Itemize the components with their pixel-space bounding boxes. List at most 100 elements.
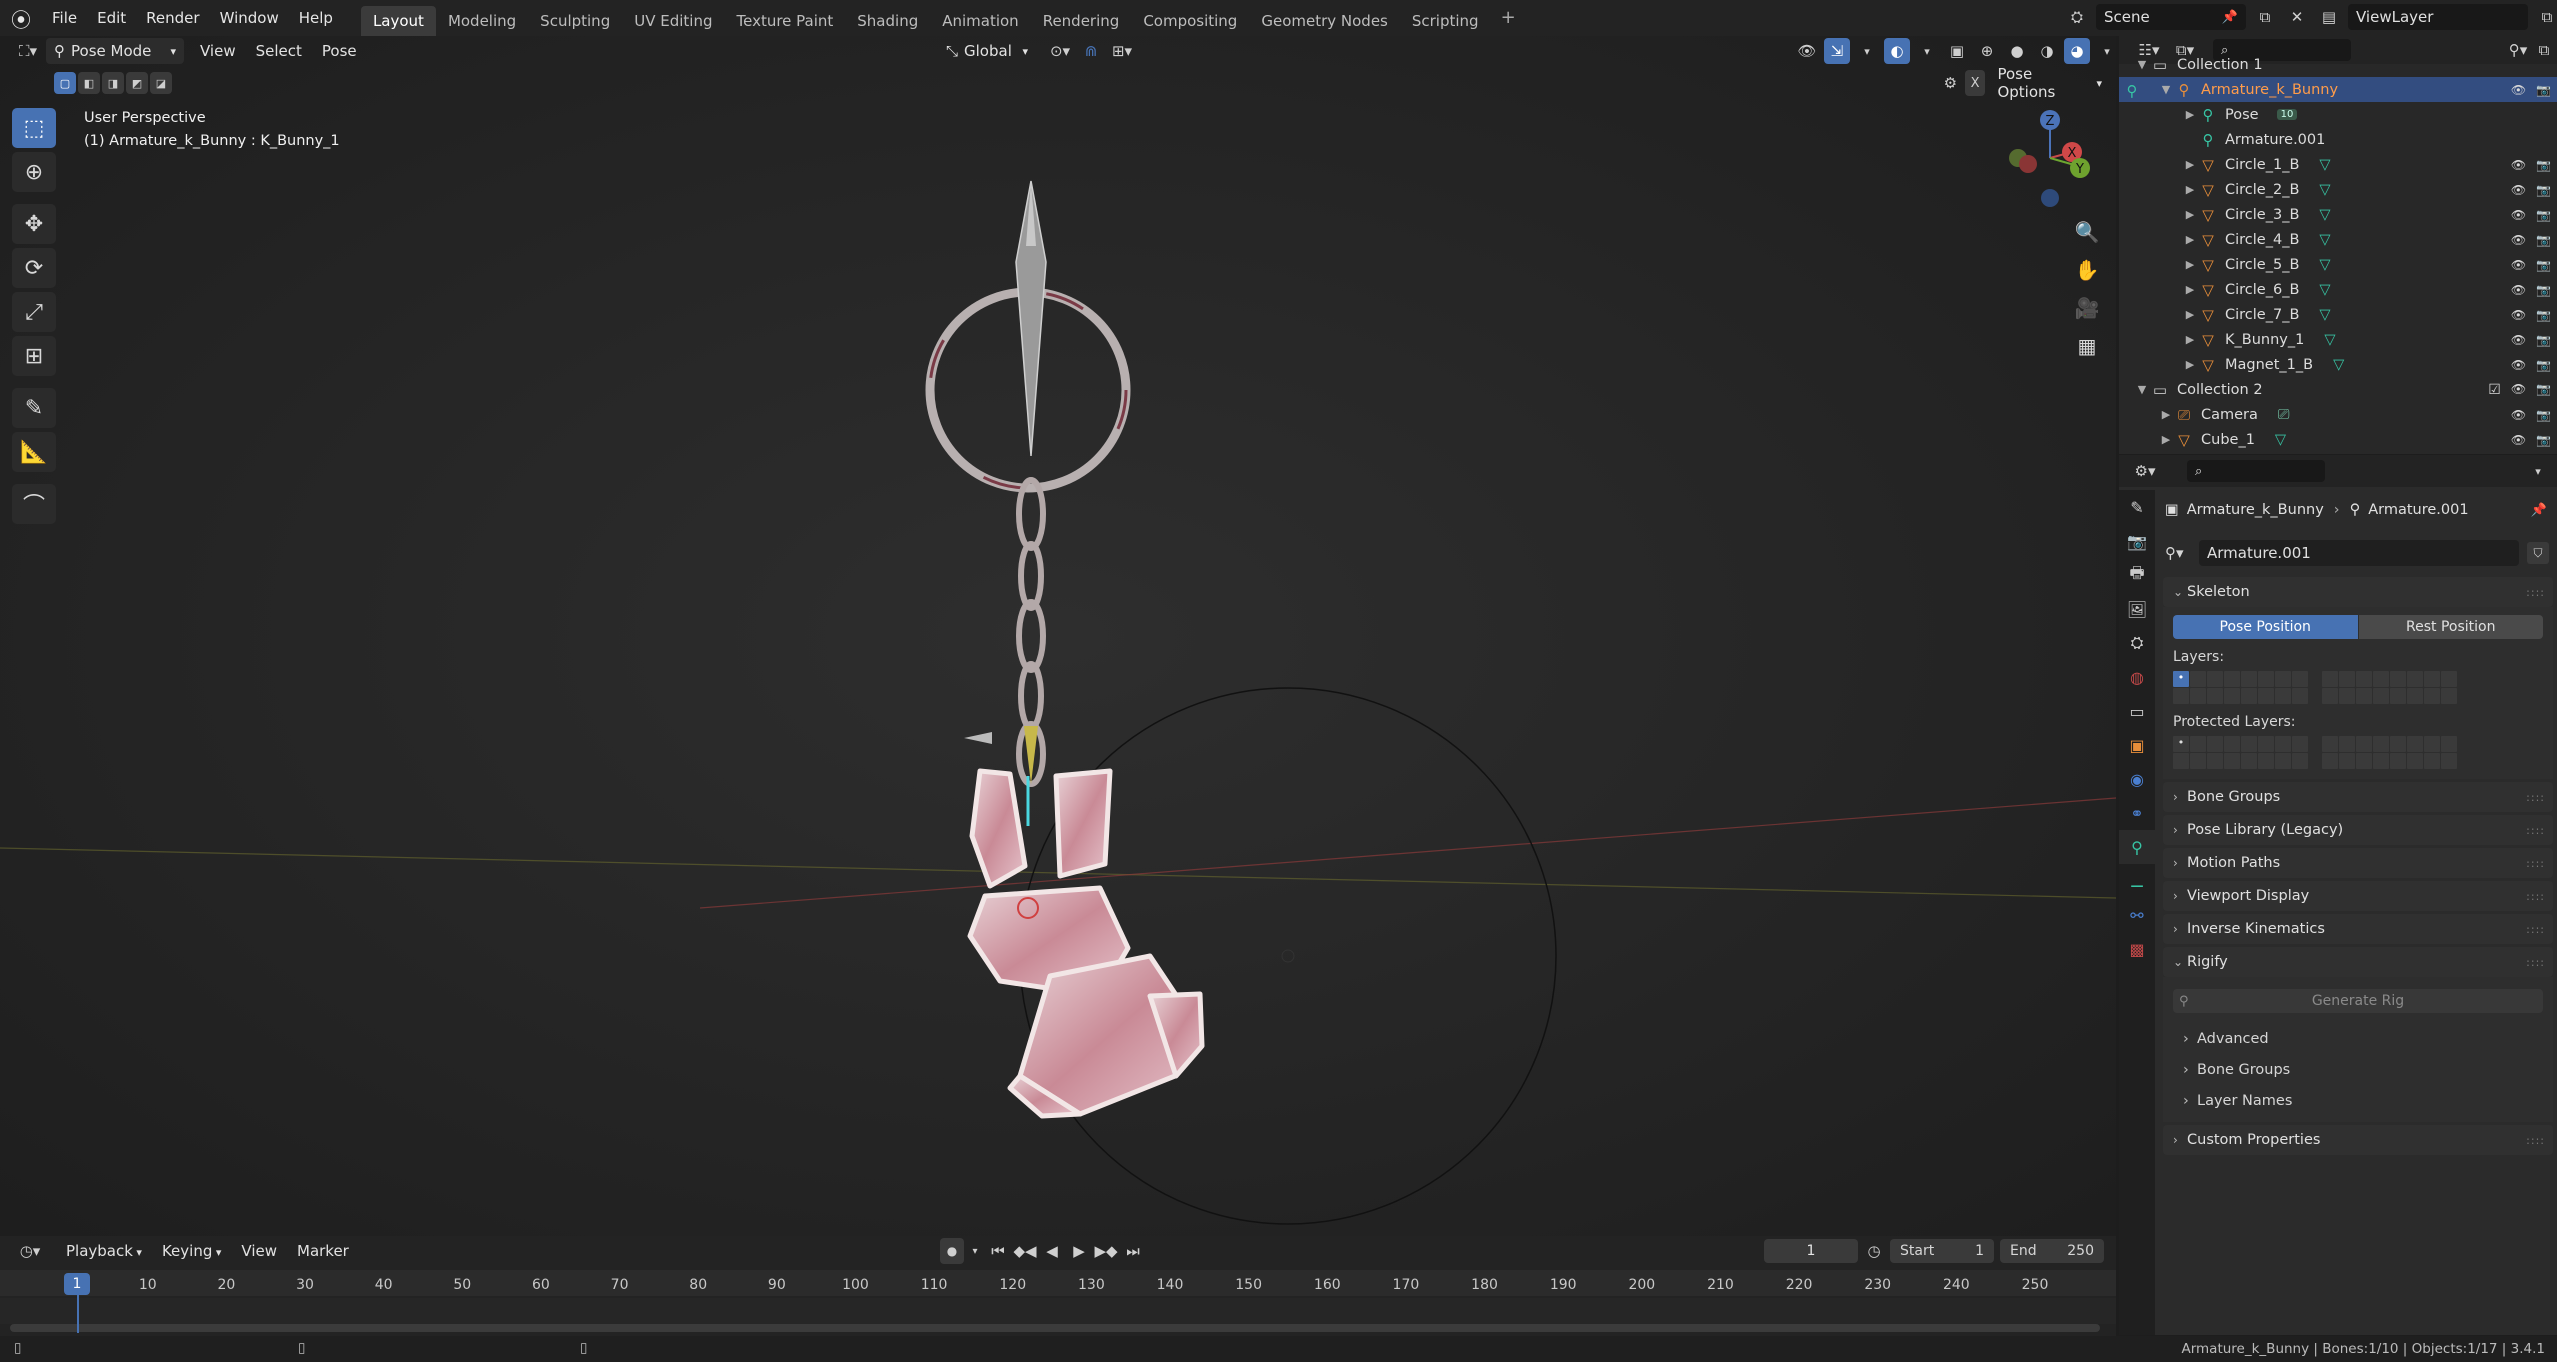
layer-toggle[interactable] xyxy=(2190,753,2206,769)
menu-file[interactable]: File xyxy=(42,0,87,36)
outliner-row[interactable]: ▼ ⚲ Armature_k_Bunny 👁 📷 xyxy=(2119,77,2557,102)
outliner-row[interactable]: ▶ ▽ Circle_7_B ▽ 👁 📷 xyxy=(2119,302,2557,327)
render-camera-icon[interactable]: 📷 xyxy=(2536,433,2551,447)
xray-icon[interactable]: ▣ xyxy=(1944,38,1970,64)
render-camera-icon[interactable]: 📷 xyxy=(2536,308,2551,322)
object-tab-icon[interactable]: ▣ xyxy=(2119,728,2155,762)
layer-toggle[interactable] xyxy=(2275,688,2291,704)
annotate-tool-icon[interactable]: ✎ xyxy=(12,388,56,428)
properties-search-input[interactable]: ⌕ xyxy=(2187,460,2325,482)
solid-shading-icon[interactable]: ● xyxy=(2004,38,2030,64)
render-camera-icon[interactable]: 📷 xyxy=(2536,233,2551,247)
render-camera-icon[interactable]: 📷 xyxy=(2536,158,2551,172)
move-tool-icon[interactable]: ✥ xyxy=(12,204,56,244)
select-extend-icon[interactable]: ◧ xyxy=(78,72,100,94)
shading-dropdown-icon[interactable]: ▾ xyxy=(2094,38,2120,64)
viewport-menu-select[interactable]: Select xyxy=(246,42,312,60)
outliner-row[interactable]: ▶ ▽ Circle_6_B ▽ 👁 📷 xyxy=(2119,277,2557,302)
layer-toggle[interactable] xyxy=(2441,753,2457,769)
render-camera-icon[interactable]: 📷 xyxy=(2536,183,2551,197)
world-tab-icon[interactable]: ◍ xyxy=(2119,660,2155,694)
armature-name-field[interactable]: Armature.001 xyxy=(2199,540,2519,566)
tab-texture-paint[interactable]: Texture Paint xyxy=(724,6,845,36)
layer-toggle[interactable] xyxy=(2407,736,2423,752)
rotate-tool-icon[interactable]: ⟳ xyxy=(12,248,56,288)
keyframe-area[interactable] xyxy=(0,1298,2116,1324)
transform-options-icon[interactable]: ⚙ xyxy=(1940,70,1961,96)
layer-toggle[interactable] xyxy=(2190,736,2206,752)
layer-toggle[interactable] xyxy=(2207,671,2223,687)
layer-toggle[interactable] xyxy=(2339,736,2355,752)
properties-editor-type-icon[interactable]: ⚙▾ xyxy=(2127,458,2163,484)
select-box-tool-icon[interactable]: ⬚ xyxy=(12,108,56,148)
layer-toggle[interactable] xyxy=(2356,753,2372,769)
panel-header-bone-groups[interactable]: › Bone Groups:::: xyxy=(2163,782,2553,812)
snap-icon[interactable]: ⋒ xyxy=(1078,38,1104,64)
layer-toggle[interactable] xyxy=(2390,688,2406,704)
layer-toggle[interactable] xyxy=(2322,688,2338,704)
layer-toggle[interactable] xyxy=(2390,753,2406,769)
menu-edit[interactable]: Edit xyxy=(87,0,136,36)
outliner-row[interactable]: ⚲ Armature.001 xyxy=(2119,127,2557,152)
layer-toggle[interactable] xyxy=(2224,688,2240,704)
3d-viewport[interactable] xyxy=(0,36,2116,1236)
output-tab-icon[interactable]: 🖶 xyxy=(2119,558,2155,592)
timeline-menu-keying[interactable]: Keying ▾ xyxy=(152,1242,231,1260)
render-camera-icon[interactable]: 📷 xyxy=(2536,333,2551,347)
timeline-menu-playback[interactable]: Playback ▾ xyxy=(56,1242,152,1260)
expand-arrow-icon[interactable]: ▶ xyxy=(2159,408,2173,421)
drag-grip-icon[interactable]: :::: xyxy=(2526,1134,2545,1147)
tab-shading[interactable]: Shading xyxy=(845,6,930,36)
outliner-row[interactable]: ▼ ▭ Collection 1 xyxy=(2119,52,2557,77)
jump-to-end-icon[interactable]: ⏭ xyxy=(1121,1238,1145,1264)
camera-view-icon[interactable]: 🎥 xyxy=(2070,291,2104,325)
select-subtract-icon[interactable]: ◨ xyxy=(102,72,124,94)
layer-toggle[interactable] xyxy=(2441,736,2457,752)
play-icon[interactable]: ▶ xyxy=(1067,1238,1091,1264)
pin-icon[interactable]: 📌 xyxy=(2222,10,2238,25)
layer-toggle[interactable] xyxy=(2173,688,2189,704)
menu-window[interactable]: Window xyxy=(210,0,289,36)
outliner-row[interactable]: ▼ ▭ Collection 2 ☑ 👁 📷 xyxy=(2119,377,2557,402)
scale-tool-icon[interactable]: ⤢ xyxy=(12,292,56,332)
generate-rig-button[interactable]: ⚲ Generate Rig xyxy=(2173,989,2543,1013)
layer-toggle[interactable] xyxy=(2207,753,2223,769)
layer-toggle[interactable] xyxy=(2322,671,2338,687)
layer-toggle[interactable] xyxy=(2356,688,2372,704)
expand-arrow-icon[interactable]: ▶ xyxy=(2159,433,2173,446)
timeline-editor-type-icon[interactable]: ◷▾ xyxy=(12,1238,48,1264)
layer-toggle[interactable] xyxy=(2292,736,2308,752)
layer-toggle[interactable] xyxy=(2373,736,2389,752)
playhead-frame[interactable]: 1 xyxy=(64,1273,90,1295)
view-layer-field[interactable]: ViewLayer xyxy=(2348,4,2528,30)
outliner-row[interactable]: ▶ ▽ Circle_4_B ▽ 👁 📷 xyxy=(2119,227,2557,252)
new-view-layer-icon[interactable]: ⧉ xyxy=(2534,4,2557,30)
layer-toggle[interactable] xyxy=(2224,671,2240,687)
layer-toggle[interactable] xyxy=(2275,736,2291,752)
layer-toggle[interactable] xyxy=(2373,671,2389,687)
bone-constraints-tab-icon[interactable]: ⚯ xyxy=(2119,898,2155,932)
outliner-row[interactable]: ▶ ▽ Circle_2_B ▽ 👁 📷 xyxy=(2119,177,2557,202)
layer-toggle[interactable] xyxy=(2258,671,2274,687)
layer-toggle[interactable] xyxy=(2373,688,2389,704)
layer-toggle[interactable] xyxy=(2407,671,2423,687)
rigify-subpanel-layer-names[interactable]: › Layer Names xyxy=(2173,1085,2543,1116)
play-reverse-icon[interactable]: ◀ xyxy=(1040,1238,1064,1264)
add-workspace-button[interactable]: + xyxy=(1491,0,1526,36)
fake-user-shield-icon[interactable]: ⛉ xyxy=(2527,542,2549,564)
expand-arrow-icon[interactable]: ▶ xyxy=(2183,208,2197,221)
end-frame-field[interactable]: End 250 xyxy=(2000,1239,2104,1263)
overlay-toggle-icon[interactable]: ◐ xyxy=(1884,38,1910,64)
bone-tab-icon[interactable]: ⚊ xyxy=(2119,864,2155,898)
layer-toggle[interactable] xyxy=(2424,688,2440,704)
layer-toggle[interactable] xyxy=(2407,688,2423,704)
render-camera-icon[interactable]: 📷 xyxy=(2536,408,2551,422)
render-camera-icon[interactable]: 📷 xyxy=(2536,283,2551,297)
texture-tab-icon[interactable]: ▩ xyxy=(2119,932,2155,966)
eye-icon[interactable]: 👁 xyxy=(2511,258,2526,272)
armature-data-tab-icon[interactable]: ⚲ xyxy=(2119,830,2155,864)
pose-position-button[interactable]: Pose Position xyxy=(2173,615,2358,639)
expand-arrow-icon[interactable]: ▶ xyxy=(2183,158,2197,171)
eye-icon[interactable]: 👁 xyxy=(2511,83,2526,97)
new-scene-icon[interactable]: ⧉ xyxy=(2252,4,2278,30)
